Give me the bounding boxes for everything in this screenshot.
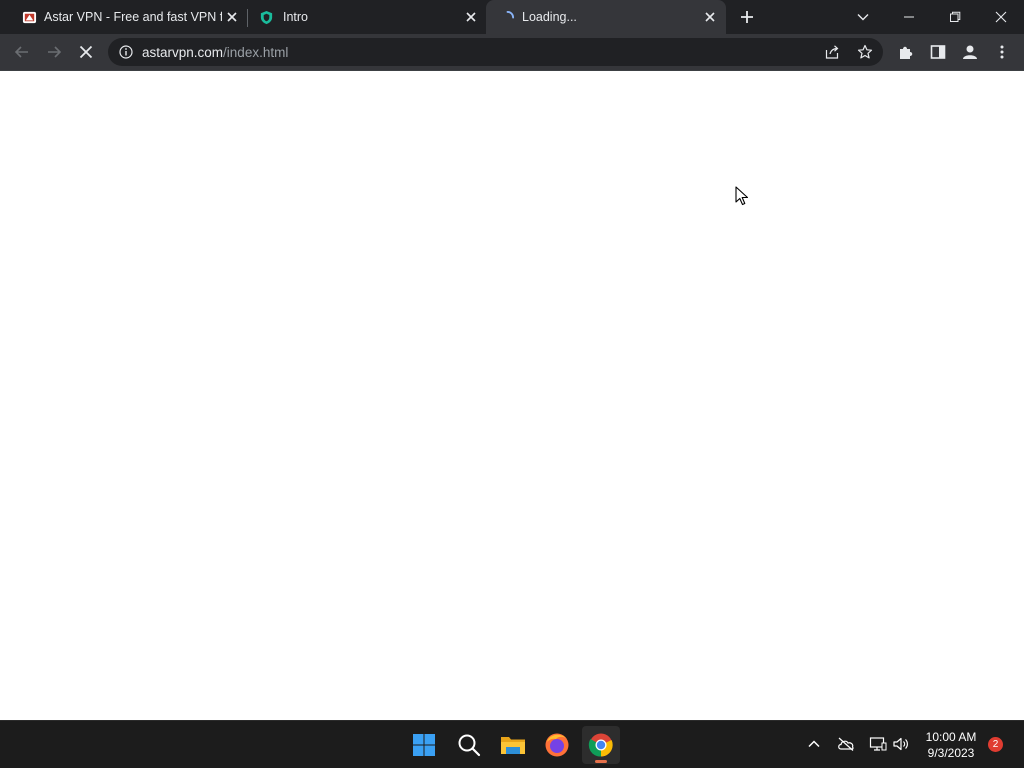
- search-icon: [458, 734, 481, 757]
- tab-intro[interactable]: Intro: [248, 0, 486, 34]
- mouse-cursor-icon: [735, 186, 749, 206]
- chrome-taskbar-button[interactable]: [582, 726, 620, 764]
- extensions-button[interactable]: [896, 42, 916, 62]
- shield-favicon: [260, 10, 273, 25]
- tab-title: Intro: [283, 10, 309, 24]
- network-icon: [869, 737, 887, 751]
- profile-icon: [963, 45, 977, 59]
- chrome-icon: [588, 733, 613, 757]
- chevron-up-icon: [808, 740, 820, 748]
- side-panel-button[interactable]: [928, 42, 948, 62]
- notification-badge[interactable]: 2: [988, 737, 1003, 752]
- share-icon[interactable]: [824, 44, 840, 60]
- restore-button[interactable]: [932, 0, 978, 34]
- url-text: astarvpn.com/index.html: [142, 45, 288, 60]
- active-app-indicator: [595, 760, 607, 763]
- network-button[interactable]: [869, 735, 887, 753]
- page-content[interactable]: [0, 70, 1024, 720]
- taskbar-search-button[interactable]: [450, 726, 488, 764]
- browser-tabstrip: Astar VPN - Free and fast VPN fo Intro L…: [0, 0, 1024, 34]
- show-hidden-icons-button[interactable]: [805, 735, 823, 753]
- close-window-button[interactable]: [978, 0, 1024, 34]
- tab-search-button[interactable]: [840, 0, 886, 34]
- new-tab-icon[interactable]: [738, 8, 756, 26]
- windows-logo-icon: [413, 734, 435, 756]
- side-panel-icon: [930, 45, 946, 59]
- volume-button[interactable]: [892, 735, 910, 753]
- astar-vpn-favicon: [22, 11, 37, 24]
- tab-astar-vpn[interactable]: Astar VPN - Free and fast VPN fo: [8, 0, 246, 34]
- close-icon[interactable]: [463, 9, 479, 25]
- puzzle-icon: [900, 46, 913, 59]
- address-bar[interactable]: astarvpn.com/index.html: [108, 38, 883, 66]
- speaker-icon: [893, 737, 908, 751]
- file-explorer-button[interactable]: [494, 726, 532, 764]
- stop-icon: [79, 45, 93, 59]
- back-button[interactable]: [12, 42, 32, 62]
- info-icon[interactable]: [119, 45, 133, 59]
- restore-icon: [950, 11, 961, 22]
- star-icon[interactable]: [857, 44, 873, 60]
- close-icon[interactable]: [702, 9, 718, 25]
- tab-title: Astar VPN - Free and fast VPN fo: [44, 10, 222, 24]
- profile-button[interactable]: [960, 42, 980, 62]
- url-path: /index.html: [223, 45, 289, 60]
- forward-arrow-icon: [48, 46, 62, 58]
- clock-date: 9/3/2023: [927, 746, 975, 760]
- url-domain: astarvpn.com: [142, 45, 224, 60]
- chrome-menu-button[interactable]: [992, 42, 1012, 62]
- minimize-icon: [904, 16, 914, 18]
- forward-button[interactable]: [44, 42, 64, 62]
- minimize-button[interactable]: [886, 0, 932, 34]
- close-window-icon: [995, 11, 1007, 23]
- close-icon[interactable]: [224, 9, 240, 25]
- chevron-down-icon: [857, 14, 869, 21]
- loading-spinner-icon: [506, 10, 515, 19]
- folder-icon: [501, 737, 525, 754]
- cloud-offline-icon: [838, 737, 854, 751]
- clock-time: 10:00 AM: [925, 730, 977, 744]
- more-vertical-icon: [1000, 45, 1004, 59]
- tab-title: Loading...: [522, 10, 577, 24]
- firefox-icon: [545, 733, 569, 757]
- taskbar-clock[interactable]: 10:00 AM 9/3/2023: [915, 729, 987, 761]
- stop-loading-button[interactable]: [76, 42, 96, 62]
- start-button[interactable]: [405, 726, 443, 764]
- tab-loading[interactable]: Loading...: [486, 0, 726, 34]
- browser-toolbar: astarvpn.com/index.html: [0, 34, 1024, 70]
- firefox-button[interactable]: [538, 726, 576, 764]
- back-arrow-icon: [14, 46, 28, 58]
- onedrive-button[interactable]: [837, 735, 855, 753]
- windows-taskbar: 10:00 AM 9/3/2023 2: [0, 720, 1024, 768]
